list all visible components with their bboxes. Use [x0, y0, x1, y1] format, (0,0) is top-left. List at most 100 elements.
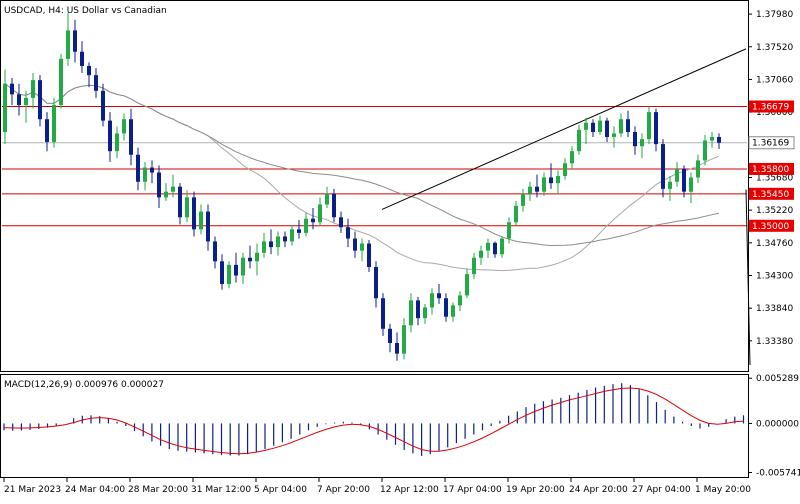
candle — [248, 245, 252, 269]
candle-body — [276, 236, 280, 248]
candle — [360, 238, 364, 262]
trading-chart[interactable]: 1.379801.375201.370601.366001.361401.356… — [0, 0, 800, 500]
time-tick-label: 27 Apr 04:00 — [632, 485, 691, 495]
time-tick-label: 24 Apr 20:00 — [569, 485, 628, 495]
time-tick-label: 1 May 20:00 — [695, 485, 751, 495]
candle — [346, 218, 350, 248]
candle-body — [290, 229, 294, 242]
candle-body — [52, 105, 56, 142]
candle-body — [3, 83, 7, 133]
candle-body — [248, 257, 252, 262]
main-plot-border — [0, 0, 749, 372]
candle-body — [332, 193, 336, 218]
candle — [66, 12, 70, 66]
candle — [437, 284, 441, 304]
candle — [605, 117, 609, 142]
time-tick-label: 24 Mar 04:00 — [65, 485, 125, 495]
main-plot[interactable] — [2, 12, 751, 366]
candle-body — [661, 144, 665, 189]
candle — [584, 117, 588, 145]
candle — [199, 204, 203, 235]
candle — [514, 200, 518, 226]
time-tick-label: 31 Mar 12:00 — [191, 485, 251, 495]
candle — [353, 231, 357, 258]
candle — [10, 78, 14, 106]
time-tick-label: 21 Mar 2023 — [4, 485, 61, 495]
time-tick-label: 5 Apr 04:00 — [254, 485, 307, 495]
candle-body — [206, 211, 210, 242]
candle — [269, 229, 273, 255]
candle-body — [255, 252, 259, 262]
price-tick-label: 1.35220 — [756, 206, 793, 216]
candle-body — [507, 222, 511, 239]
candle — [451, 302, 455, 322]
macd-plot[interactable] — [3, 383, 745, 456]
chart-canvas[interactable]: 1.379801.375201.370601.366001.361401.356… — [0, 0, 800, 500]
candle-body — [304, 218, 308, 233]
candle — [87, 62, 91, 88]
candle — [297, 220, 301, 239]
candle — [619, 113, 623, 137]
candle — [717, 133, 721, 150]
candle — [479, 245, 483, 265]
candle — [136, 147, 140, 191]
candle-body — [521, 193, 525, 206]
candle — [521, 188, 525, 212]
time-tick-label: 28 Mar 20:00 — [128, 485, 188, 495]
candle-body — [381, 298, 385, 329]
candle — [108, 112, 112, 162]
candle — [458, 291, 462, 312]
candle — [290, 225, 294, 246]
candle — [59, 53, 63, 109]
candle-body — [38, 80, 42, 120]
candle — [304, 212, 308, 237]
candle — [122, 113, 126, 141]
candle-body — [570, 151, 574, 164]
candle-body — [311, 218, 315, 223]
candle-body — [31, 80, 35, 98]
candle — [143, 161, 147, 191]
candle — [80, 41, 84, 74]
candle — [157, 165, 161, 209]
candle-body — [423, 307, 427, 319]
candle-body — [374, 266, 378, 299]
time-tick-label: 12 Apr 12:00 — [380, 485, 439, 495]
candle — [234, 252, 238, 283]
price-tick-label: 1.34760 — [756, 239, 793, 249]
candle-body — [528, 186, 532, 194]
candle-body — [199, 211, 203, 230]
candle-body — [115, 133, 119, 152]
candle-body — [45, 119, 49, 142]
candle — [675, 161, 679, 187]
candle-body — [444, 298, 448, 317]
candle-body — [647, 112, 651, 140]
macd-title: MACD(12,26,9) 0.000976 0.000027 — [4, 380, 164, 390]
candle — [206, 204, 210, 251]
candle-body — [94, 75, 98, 91]
candle — [444, 293, 448, 322]
candle-body — [703, 140, 707, 161]
candle — [577, 124, 581, 155]
candle — [164, 183, 168, 201]
candle-body — [87, 65, 91, 76]
candle — [409, 293, 413, 333]
candle — [3, 69, 7, 145]
candle — [381, 293, 385, 336]
candle — [38, 75, 42, 127]
time-tick-label: 17 Apr 04:00 — [443, 485, 502, 495]
candle — [220, 254, 224, 290]
candle-body — [171, 186, 175, 192]
candle-body — [619, 119, 623, 134]
candle-body — [318, 204, 322, 223]
price-tick-label: 1.35680 — [756, 173, 793, 183]
candle-body — [59, 58, 63, 106]
candle-body — [178, 186, 182, 218]
candle — [31, 73, 35, 109]
candle-body — [626, 119, 630, 133]
price-tick-label: 1.37520 — [756, 43, 793, 53]
candle-body — [591, 122, 595, 133]
price-tick-label: 1.37980 — [756, 10, 793, 20]
candle — [241, 252, 245, 285]
price-tick-label: 1.34300 — [756, 272, 793, 282]
candle — [388, 323, 392, 353]
